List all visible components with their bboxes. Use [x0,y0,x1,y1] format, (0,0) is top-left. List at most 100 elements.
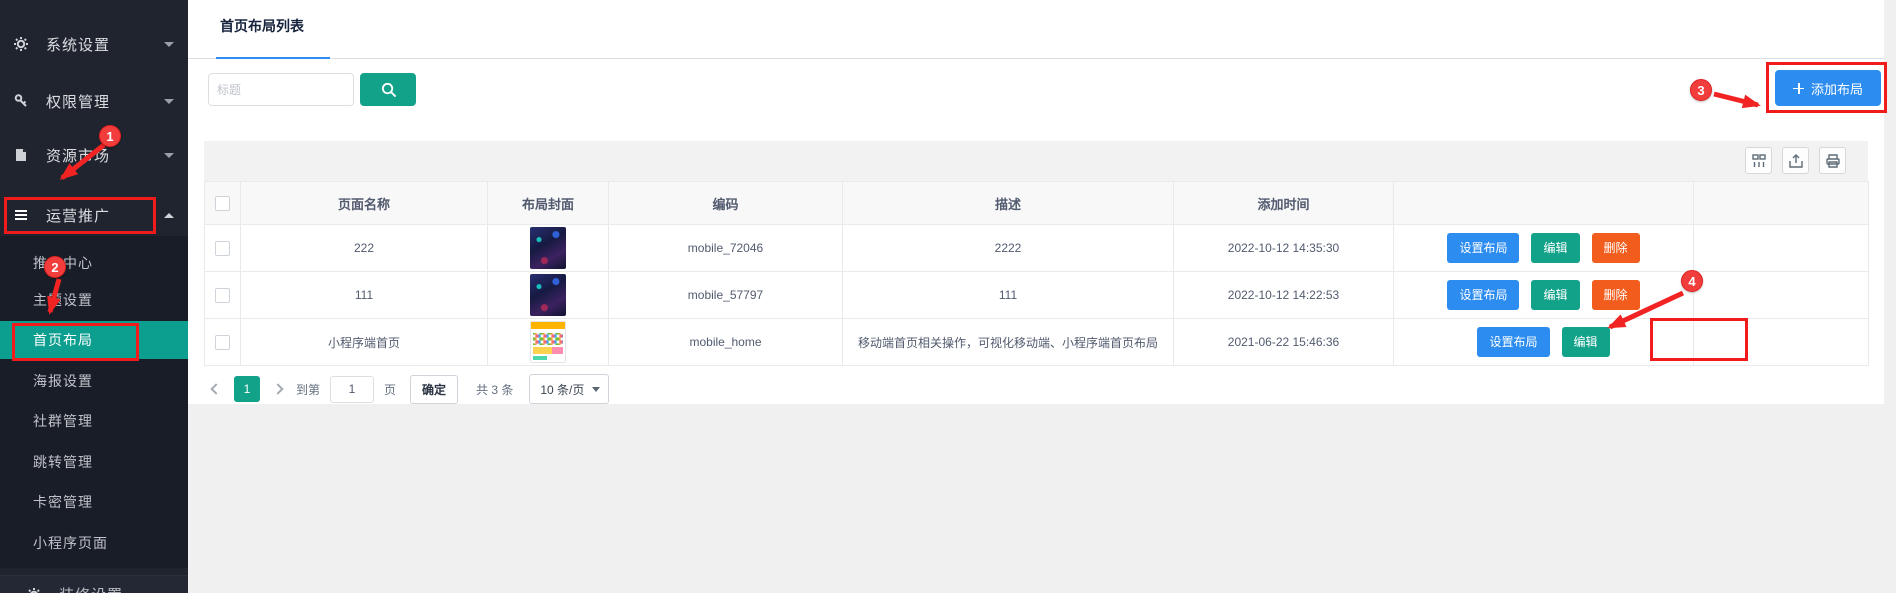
sidebar-submenu-item[interactable]: 社群管理 [0,402,188,440]
print-icon [1825,153,1841,169]
export-button[interactable] [1782,147,1809,174]
edit-button[interactable]: 编辑 [1561,327,1610,357]
edit-button[interactable]: 编辑 [1531,233,1580,263]
col-header-page-name: 页面名称 [240,181,488,225]
cell-page-name: 小程序端首页 [240,318,488,366]
sidebar-submenu-item-label: 主题设置 [33,292,93,308]
cell-actions: 设置布局 编辑 删除 [1393,271,1694,319]
page-number-button[interactable]: 1 [234,376,260,402]
sidebar-menu-item-label: 系统设置 [46,36,111,54]
chevron-down-icon [164,41,174,47]
col-header-code: 编码 [608,181,843,225]
select-all-checkbox[interactable] [215,195,230,211]
cell-time: 2021-06-22 15:46:36 [1173,318,1394,366]
sidebar-menu-item[interactable]: 运营推广 [0,196,188,234]
cell-time: 2022-10-12 14:35:30 [1173,224,1394,272]
col-header-desc: 描述 [842,181,1174,225]
sidebar-menu-item-label: 资源市场 [46,147,111,165]
edit-button[interactable]: 编辑 [1531,280,1580,310]
admin-app: 系统设置权限管理资源市场运营推广推广中心主题设置首页布局海报设置社群管理跳转管理… [0,0,1896,593]
page-size-select[interactable]: 10 条/页 [529,374,610,404]
tab-bar: 首页布局列表 [188,0,1884,59]
col-header-actions [1393,181,1694,225]
table-toolbar [204,141,1868,181]
chevron-up-icon [164,212,174,218]
chevron-down-icon [164,152,174,158]
sidebar-submenu-item-label: 小程序页面 [33,535,108,551]
sidebar-submenu-item[interactable]: 首页布局 [0,321,188,359]
row-checkbox[interactable] [215,240,230,256]
row-checkbox[interactable] [215,334,230,350]
confirm-button[interactable]: 确定 [410,374,459,404]
print-button[interactable] [1819,147,1846,174]
sidebar-menu-item-label: 运营推广 [46,207,111,225]
title-search-input[interactable] [208,73,354,106]
set-layout-button[interactable]: 设置布局 [1447,233,1520,263]
sidebar-submenu-item-label: 跳转管理 [33,454,93,470]
sidebar-menu-item-label: 权限管理 [46,93,111,111]
prev-page-button[interactable] [204,377,228,401]
dark-cover-thumbnail [530,227,566,269]
sidebar-menu-item[interactable]: 系统设置 [0,25,188,63]
page-size-value: 10 条/页 [540,382,585,397]
sidebar-submenu-item[interactable]: 跳转管理 [0,443,188,481]
cell-code: mobile_57797 [608,271,843,319]
sidebar-item-partial[interactable]: 装修设置 [0,575,188,593]
search-button[interactable] [360,73,416,106]
tab-homepage-layout-list[interactable]: 首页布局列表 [220,16,304,36]
cell-actions: 设置布局 编辑 [1393,318,1694,366]
sidebar-submenu-item[interactable]: 主题设置 [0,281,188,319]
cell-desc: 移动端首页相关操作，可视化移动端、小程序端首页布局 [842,318,1174,366]
cell-page-name: 111 [240,271,488,319]
row-checkbox[interactable] [215,287,230,303]
page-unit-label: 页 [384,382,397,397]
add-layout-button-label: 添加布局 [1810,81,1863,97]
table-row: 111 mobile_57797 111 2022-10-12 14:22:53 设置布… [204,271,1869,319]
cell-time: 2022-10-12 14:22:53 [1173,271,1394,319]
sidebar-submenu-item-label: 卡密管理 [33,494,93,510]
sidebar-submenu-item-label: 海报设置 [33,373,93,389]
sidebar-submenu-item[interactable]: 海报设置 [0,362,188,400]
chevron-left-icon [210,383,222,395]
content-card: 首页布局列表 添加布局 [188,0,1884,404]
chevron-down-icon [164,98,174,104]
chevron-right-icon [272,383,284,395]
add-layout-button[interactable]: 添加布局 [1775,70,1881,106]
cell-extra [1693,271,1869,319]
sidebar-submenu-item-label: 推广中心 [33,255,93,271]
layout-table: 页面名称 布局封面 编码 描述 添加时间 222 mobile_72046 2222… [204,181,1869,366]
sidebar-menu-item[interactable]: 权限管理 [0,82,188,120]
cell-desc: 111 [842,271,1174,319]
table-row: 222 mobile_72046 2222 2022-10-12 14:35:30 设置… [204,224,1869,272]
goto-page-input[interactable] [330,375,375,403]
sidebar: 系统设置权限管理资源市场运营推广推广中心主题设置首页布局海报设置社群管理跳转管理… [0,0,188,593]
sidebar-submenu-item[interactable]: 小程序页面 [0,524,188,562]
goto-label: 到第 [296,382,321,397]
plus-icon [1792,82,1804,94]
set-layout-button[interactable]: 设置布局 [1447,280,1520,310]
cell-extra [1693,224,1869,272]
delete-button[interactable]: 删除 [1591,233,1640,263]
col-header-time: 添加时间 [1173,181,1394,225]
sidebar-submenu-item[interactable]: 推广中心 [0,244,188,282]
table-header-row: 页面名称 布局封面 编码 描述 添加时间 [204,181,1869,225]
sidebar-submenu-item-label: 社群管理 [33,413,93,429]
dark-cover-thumbnail [530,274,566,316]
list-icon [13,207,29,223]
set-layout-button[interactable]: 设置布局 [1477,327,1550,357]
cell-desc: 2222 [842,224,1174,272]
cell-code: mobile_72046 [608,224,843,272]
sidebar-item-label: 装修设置 [59,584,123,593]
mini-app-cover-thumbnail [530,321,566,363]
search-icon [380,81,397,98]
sidebar-menu-item[interactable]: 资源市场 [0,136,188,174]
sidebar-submenu-item[interactable]: 卡密管理 [0,483,188,521]
active-tab-indicator [216,57,330,59]
gear-icon [26,587,42,593]
table-row: 小程序端首页 mobile_home 移动端首页相关操作，可视化移动端、小程序端首页… [204,318,1869,366]
columns-toggle-button[interactable] [1745,147,1772,174]
next-page-button[interactable] [266,377,290,401]
delete-button[interactable]: 删除 [1591,280,1640,310]
pagination: 1 到第 页 确定 共 3 条 10 条/页 [204,374,610,404]
key-icon [13,93,29,109]
